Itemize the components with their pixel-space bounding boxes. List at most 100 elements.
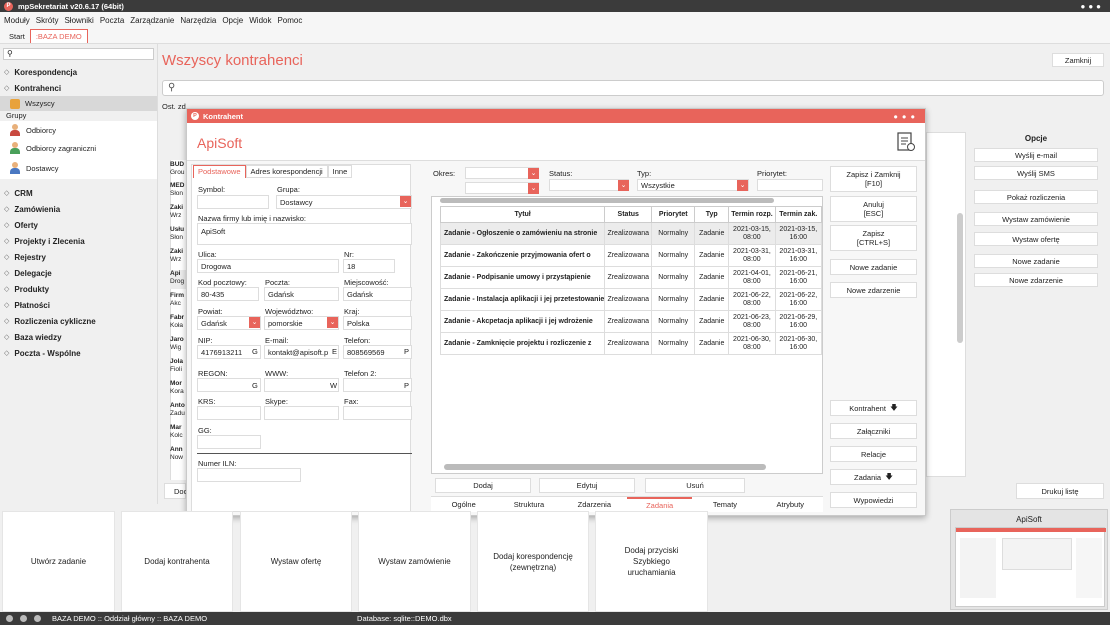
kontrahent-button[interactable]: Kontrahent 🡇 xyxy=(830,400,917,416)
column-header-termin-rozp[interactable]: Termin rozp. xyxy=(728,206,776,223)
sidebar-group-dostawcy[interactable]: Dostawcy xyxy=(0,157,157,179)
new-task-button[interactable]: Nowe zadanie xyxy=(974,254,1098,268)
horizontal-scrollbar[interactable] xyxy=(440,198,774,203)
sidebar-section-rozliczenia[interactable]: ◇ Rozliczenia cykliczne xyxy=(0,313,157,329)
sidebar-section-produkty[interactable]: ◇ Produkty xyxy=(0,281,157,297)
tab-start[interactable]: Start xyxy=(4,30,30,43)
quick-tile-create-task[interactable]: Utwórz zadanie xyxy=(2,511,115,612)
sidebar-section-oferty[interactable]: ◇ Oferty xyxy=(0,217,157,233)
gg-input[interactable] xyxy=(197,435,261,449)
table-row[interactable]: Zadanie - Zakończenie przyjmowania ofert… xyxy=(439,244,823,267)
tab-podstawowe[interactable]: Podstawowe xyxy=(193,165,246,178)
chevron-down-icon[interactable]: ⌄ xyxy=(528,168,539,179)
status-select[interactable] xyxy=(549,179,629,191)
email-send-button[interactable]: E xyxy=(332,347,337,356)
sidebar-section-poczta-wspolne[interactable]: ◇ Poczta - Wspólne xyxy=(0,345,157,361)
close-button[interactable]: Zamknij xyxy=(1052,53,1104,67)
new-event-button[interactable]: Nowe zdarzenie xyxy=(974,273,1098,287)
ulica-input[interactable]: Drogowa xyxy=(197,259,339,273)
poczta-input[interactable]: Gdańsk xyxy=(264,287,339,301)
edit-task-button[interactable]: Edytuj xyxy=(539,478,635,493)
doc-button[interactable]: Doc xyxy=(164,483,187,499)
telefon-input[interactable]: 808569569 xyxy=(343,345,412,359)
chevron-down-icon[interactable]: ⌄ xyxy=(528,183,539,194)
show-settlements-button[interactable]: Pokaż rozliczenia xyxy=(974,190,1098,204)
www-open-button[interactable]: W xyxy=(330,381,337,390)
nip-gus-button[interactable]: G xyxy=(252,347,258,356)
tab-atrybuty[interactable]: Atrybuty xyxy=(758,497,823,512)
dialog-new-task-button[interactable]: Nowe zadanie xyxy=(830,259,917,275)
vertical-scrollbar[interactable] xyxy=(957,213,963,343)
chevron-down-icon[interactable]: ⌄ xyxy=(618,180,629,191)
menu-widok[interactable]: Widok xyxy=(249,16,271,25)
priorytet-select[interactable] xyxy=(757,179,823,191)
chevron-down-icon[interactable]: ⌄ xyxy=(249,317,260,328)
chevron-down-icon[interactable]: ⌄ xyxy=(737,180,748,191)
window-menu-icon[interactable]: ●●● xyxy=(1081,2,1105,11)
regon-gus-button[interactable]: G xyxy=(252,381,258,390)
list-scroll-area[interactable] xyxy=(926,132,966,477)
list-item[interactable]: Jaro Wig xyxy=(170,336,186,355)
send-sms-button[interactable]: Wyślij SMS xyxy=(974,166,1098,180)
issue-order-button[interactable]: Wystaw zamówienie xyxy=(974,212,1098,226)
nr-input[interactable]: 18 xyxy=(343,259,395,273)
tab-baza-demo[interactable]: :BAZA DEMO xyxy=(29,29,88,43)
table-row[interactable]: Zadanie - Instalacja aplikacji i jej prz… xyxy=(439,288,823,311)
menu-skroty[interactable]: Skróty xyxy=(36,16,59,25)
cancel-button[interactable]: Anuluj [ESC] xyxy=(830,196,917,222)
list-item[interactable]: Mar Kolc xyxy=(170,424,186,443)
sidebar-section-delegacje[interactable]: ◇ Delegacje xyxy=(0,265,157,281)
chevron-down-icon[interactable]: ⌄ xyxy=(400,196,411,207)
tab-ogolne[interactable]: Ogólne xyxy=(431,497,496,512)
list-item[interactable]: BUD Grou xyxy=(170,161,186,180)
list-item[interactable]: Fabr Koła xyxy=(170,314,186,333)
menu-slowniki[interactable]: Słowniki xyxy=(64,16,93,25)
grupa-select[interactable]: Dostawcy xyxy=(276,195,412,209)
typ-select[interactable]: Wszystkie xyxy=(637,179,749,191)
fax-input[interactable] xyxy=(343,406,412,420)
column-header-termin-zak[interactable]: Termin zak. xyxy=(774,206,823,223)
iln-input[interactable] xyxy=(197,468,301,482)
main-search-input[interactable]: ⚲ xyxy=(162,80,1104,96)
quick-tile-issue-offer[interactable]: Wystaw ofertę xyxy=(240,511,352,612)
column-header-priorytet[interactable]: Priorytet xyxy=(651,206,696,223)
chevron-down-icon[interactable]: ⌄ xyxy=(327,317,338,328)
tab-zdarzenia[interactable]: Zdarzenia xyxy=(562,497,627,512)
menu-poczta[interactable]: Poczta xyxy=(100,16,124,25)
quick-tile-add-shortcuts[interactable]: Dodaj przyciski Szybkiego uruchamiania xyxy=(595,511,708,612)
tab-adres-korespondencji[interactable]: Adres korespondencji xyxy=(245,165,328,178)
column-header-status[interactable]: Status xyxy=(604,206,653,223)
dialog-menu-icon[interactable]: ●●● xyxy=(893,112,919,121)
tasks-button[interactable]: Zadania 🡇 xyxy=(830,469,917,485)
list-item[interactable]: Jola Fioli xyxy=(170,358,186,377)
table-row[interactable]: Zadanie - Akcpetacja aplikacji i jej wdr… xyxy=(439,310,823,333)
kraj-input[interactable]: Polska xyxy=(343,316,412,330)
email-input[interactable]: kontakt@apisoft.p xyxy=(264,345,339,359)
sidebar-section-zamowienia[interactable]: ◇ Zamówienia xyxy=(0,201,157,217)
table-row[interactable]: Zadanie - Zamknięcie projektu i rozlicze… xyxy=(439,332,823,355)
sidebar-section-kontrahenci[interactable]: ◇ Kontrahenci xyxy=(0,80,157,96)
sidebar-group-odbiorcy-zagraniczni[interactable]: Odbiorcy zagraniczni xyxy=(0,139,157,157)
phone2-call-button[interactable]: P xyxy=(404,381,409,390)
relations-button[interactable]: Relacje xyxy=(830,446,917,462)
krs-input[interactable] xyxy=(197,406,261,420)
sidebar-group-odbiorcy[interactable]: Odbiorcy xyxy=(0,121,157,139)
tab-inne[interactable]: Inne xyxy=(327,165,353,178)
sidebar-section-korespondencja[interactable]: ◇ Korespondencja xyxy=(0,64,157,80)
table-row[interactable]: Zadanie - Ogłoszenie o zamówieniu na str… xyxy=(439,222,823,245)
quick-tile-issue-order[interactable]: Wystaw zamówienie xyxy=(358,511,471,612)
tab-tematy[interactable]: Tematy xyxy=(692,497,757,512)
print-list-button[interactable]: Drukuj listę xyxy=(1016,483,1104,499)
menu-pomoc[interactable]: Pomoc xyxy=(277,16,302,25)
quick-tile-add-correspondence[interactable]: Dodaj korespondencję (zewnętrzną) xyxy=(477,511,589,612)
sidebar-section-baza-wiedzy[interactable]: ◇ Baza wiedzy xyxy=(0,329,157,345)
sidebar-section-projekty[interactable]: ◇ Projekty i Zlecenia xyxy=(0,233,157,249)
window-preview[interactable]: ApiSoft xyxy=(950,509,1108,610)
sidebar-section-platnosci[interactable]: ◇ Płatności xyxy=(0,297,157,313)
dialog-new-event-button[interactable]: Nowe zdarzenie xyxy=(830,282,917,298)
tab-zadania[interactable]: Zadania xyxy=(626,497,693,512)
telefon2-input[interactable] xyxy=(343,378,412,392)
list-item[interactable]: Zaki Wrz xyxy=(170,248,186,267)
add-task-button[interactable]: Dodaj xyxy=(435,478,531,493)
column-header-tytul[interactable]: Tytuł xyxy=(439,206,606,223)
